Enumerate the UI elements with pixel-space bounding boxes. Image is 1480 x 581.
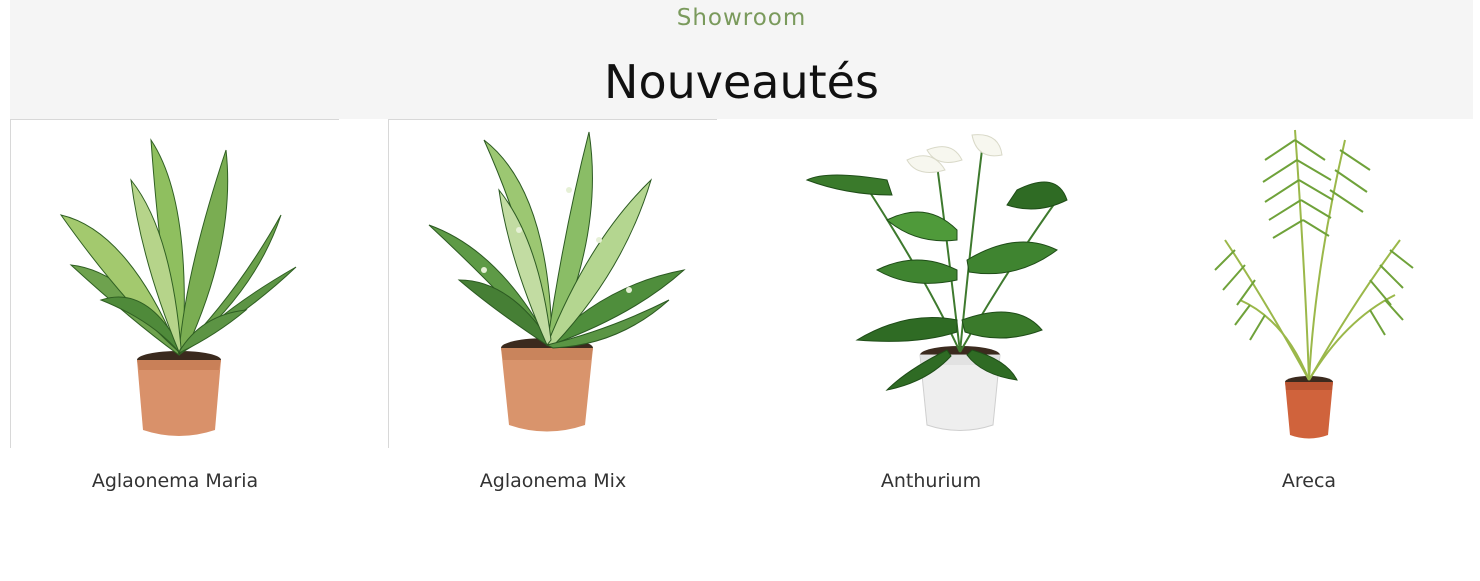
product-image-frame[interactable] bbox=[10, 119, 339, 448]
plant-areca-image[interactable] bbox=[1145, 120, 1473, 448]
product-name[interactable]: Areca bbox=[1144, 470, 1474, 492]
plant-anthurium-image[interactable] bbox=[767, 120, 1095, 448]
product-card-aglaonema-mix[interactable]: Aglaonema Mix bbox=[388, 119, 718, 519]
plant-aglaonema-mix-image[interactable] bbox=[389, 120, 717, 448]
product-card-areca[interactable]: Areca bbox=[1144, 119, 1474, 519]
section-eyebrow: Showroom bbox=[676, 5, 807, 31]
page: Showroom Nouveautés Aglaonema Maria Agla… bbox=[0, 0, 1480, 581]
product-image-frame[interactable] bbox=[766, 119, 1095, 448]
product-grid: Aglaonema Maria Aglaonema Mix Anthurium … bbox=[10, 119, 1473, 539]
section-title: Nouveautés bbox=[604, 55, 879, 109]
product-card-aglaonema-maria[interactable]: Aglaonema Maria bbox=[10, 119, 340, 519]
product-image-frame[interactable] bbox=[388, 119, 717, 448]
product-name[interactable]: Aglaonema Maria bbox=[10, 470, 340, 492]
product-name[interactable]: Aglaonema Mix bbox=[388, 470, 718, 492]
plant-aglaonema-maria-image[interactable] bbox=[11, 120, 339, 448]
section-header: Showroom Nouveautés bbox=[10, 0, 1473, 119]
product-name[interactable]: Anthurium bbox=[766, 470, 1096, 492]
product-card-anthurium[interactable]: Anthurium bbox=[766, 119, 1096, 519]
product-image-frame[interactable] bbox=[1144, 119, 1473, 448]
